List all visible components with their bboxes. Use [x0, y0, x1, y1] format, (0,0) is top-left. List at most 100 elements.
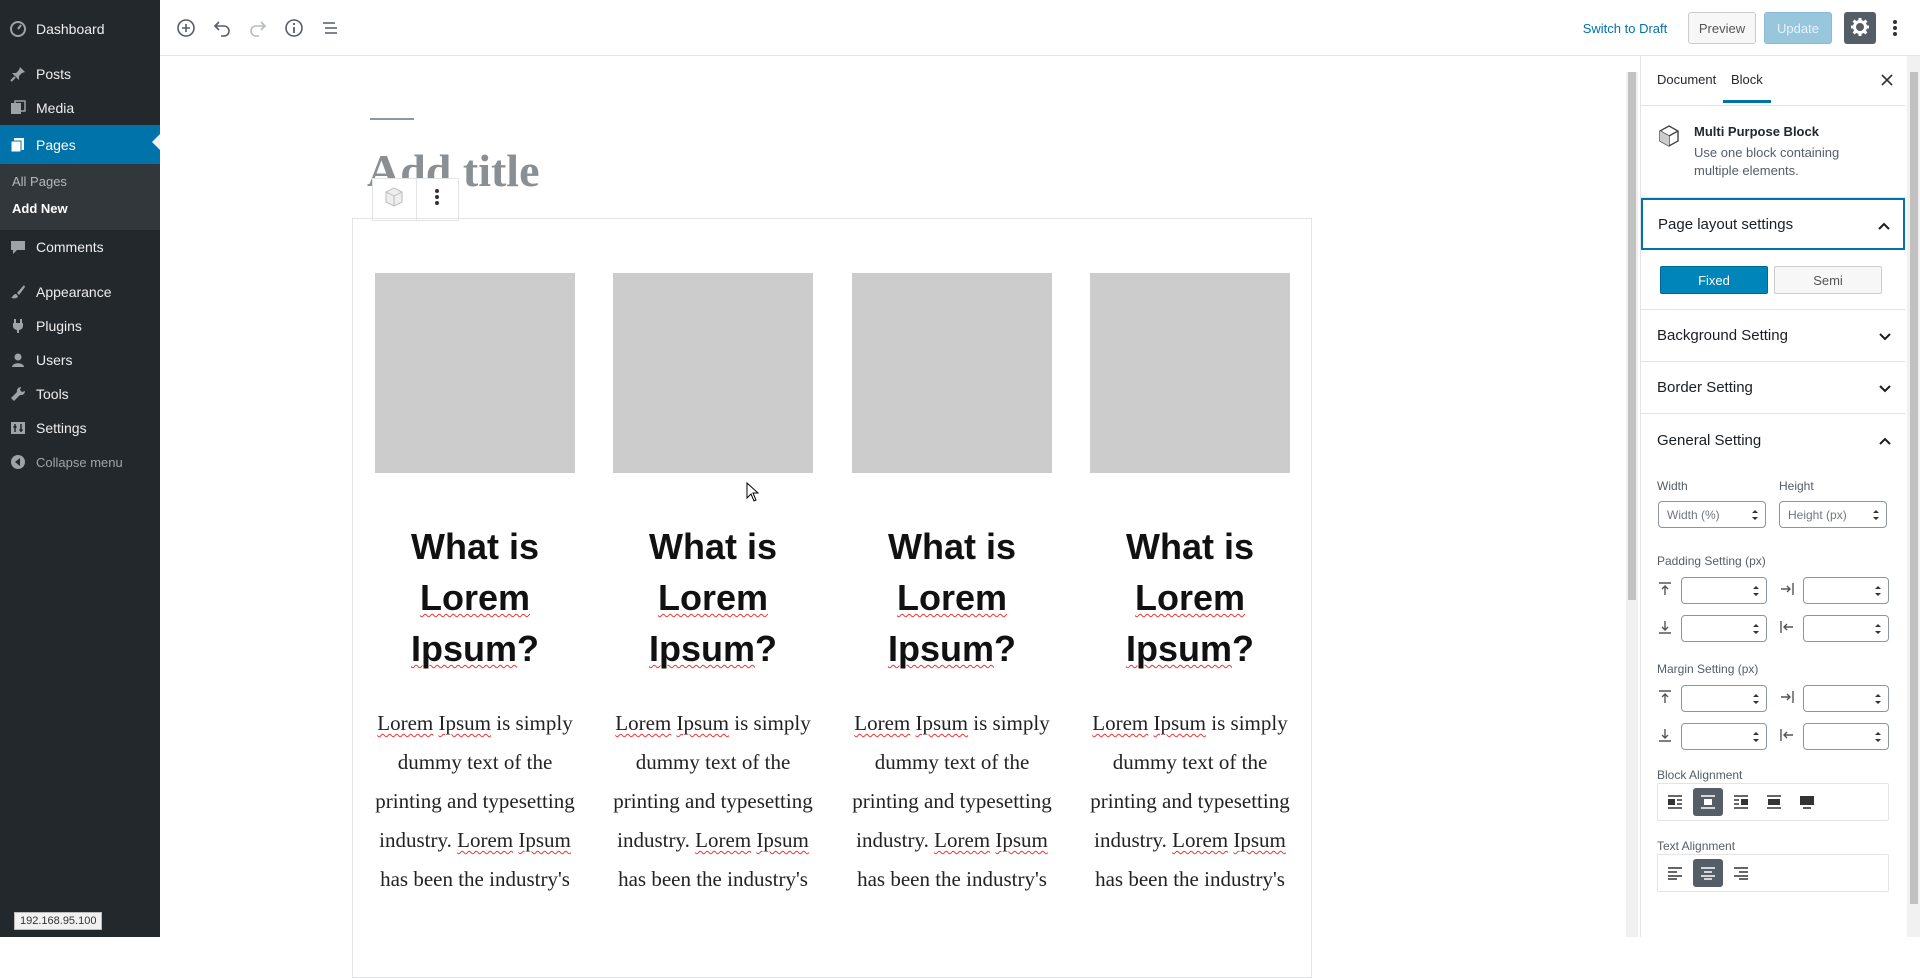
padding-left-input[interactable] [1803, 615, 1889, 642]
undo-icon[interactable] [208, 14, 236, 42]
spinner-icon[interactable] [1751, 508, 1759, 525]
spinner-icon[interactable] [1874, 584, 1882, 601]
settings-toggle-button[interactable] [1844, 12, 1876, 44]
spinner-icon[interactable] [1752, 692, 1760, 709]
block-alignment-toolbar [1657, 783, 1889, 821]
margin-bottom-input[interactable] [1681, 723, 1767, 750]
text-align-center-icon[interactable] [1693, 859, 1723, 887]
menu-settings[interactable]: Settings [0, 411, 160, 445]
column-text[interactable]: Lorem Ipsum is simply dummy text of the … [1080, 704, 1300, 899]
page-layout-settings-toggle[interactable]: Page layout settings [1641, 198, 1905, 250]
text-align-left-icon[interactable] [1660, 859, 1690, 887]
media-icon [0, 100, 36, 116]
block-type-button[interactable] [373, 179, 416, 220]
section-title: Border Setting [1657, 379, 1753, 396]
close-icon[interactable] [1877, 70, 1897, 90]
collapse-label: Collapse menu [36, 454, 123, 470]
align-left-icon[interactable] [1660, 788, 1690, 816]
status-url-tooltip: 192.168.95.100 [14, 912, 103, 930]
align-center-icon[interactable] [1693, 788, 1723, 816]
spinner-icon[interactable] [1752, 584, 1760, 601]
switch-to-draft-button[interactable]: Switch to Draft [1575, 12, 1675, 44]
column-text[interactable]: Lorem Ipsum is simply dummy text of the … [365, 704, 585, 899]
menu-plugins[interactable]: Plugins [0, 309, 160, 343]
menu-comments[interactable]: Comments [0, 230, 160, 264]
add-block-icon[interactable] [172, 14, 200, 42]
menu-label: Plugins [36, 318, 82, 334]
column-heading[interactable]: What is Lorem Ipsum? [603, 521, 823, 674]
redo-icon[interactable] [244, 14, 272, 42]
tab-document[interactable]: Document [1657, 72, 1716, 87]
more-vertical-icon [434, 187, 440, 212]
column-text[interactable]: Lorem Ipsum is simply dummy text of the … [603, 704, 823, 899]
spinner-icon[interactable] [1752, 622, 1760, 639]
background-setting-toggle[interactable]: Background Setting [1641, 310, 1905, 362]
canvas-scrollbar[interactable] [1626, 72, 1638, 937]
scrollbar-thumb[interactable] [1910, 72, 1918, 904]
preview-button[interactable]: Preview [1688, 12, 1756, 44]
margin-left-input[interactable] [1803, 723, 1889, 750]
text-align-right-icon[interactable] [1726, 859, 1756, 887]
sidebar-tabs: Document Block [1641, 56, 1905, 106]
spinner-icon[interactable] [1872, 508, 1880, 525]
menu-appearance[interactable]: Appearance [0, 275, 160, 309]
margin-top-input[interactable] [1681, 685, 1767, 712]
collapse-menu-button[interactable]: Collapse menu [0, 445, 160, 479]
menu-dashboard[interactable]: Dashboard [0, 12, 160, 46]
image-placeholder[interactable] [1090, 273, 1290, 473]
column-heading[interactable]: What is Lorem Ipsum? [1080, 521, 1300, 674]
sidebar-scrollbar[interactable] [1907, 56, 1920, 937]
width-input[interactable]: Width (%) [1658, 501, 1766, 528]
multi-purpose-block[interactable]: What is Lorem Ipsum? Lorem Ipsum is simpl… [352, 218, 1312, 978]
spinner-icon[interactable] [1874, 692, 1882, 709]
height-placeholder: Height (px) [1788, 507, 1847, 522]
spinner-icon[interactable] [1874, 730, 1882, 747]
menu-media[interactable]: Media [0, 91, 160, 125]
border-setting-toggle[interactable]: Border Setting [1641, 362, 1905, 414]
menu-label: Appearance [36, 284, 112, 300]
padding-right-input[interactable] [1803, 577, 1889, 604]
width-label: Width [1657, 479, 1688, 493]
layout-fixed-button[interactable]: Fixed [1660, 266, 1768, 294]
menu-tools[interactable]: Tools [0, 377, 160, 411]
menu-posts[interactable]: Posts [0, 57, 160, 91]
image-placeholder[interactable] [852, 273, 1052, 473]
layout-semi-button[interactable]: Semi [1774, 266, 1882, 294]
text-alignment-toolbar [1657, 854, 1889, 892]
chevron-up-icon [1879, 432, 1891, 449]
align-full-icon[interactable] [1792, 788, 1822, 816]
more-vertical-icon[interactable] [1885, 12, 1905, 44]
height-input[interactable]: Height (px) [1779, 501, 1887, 528]
menu-users[interactable]: Users [0, 343, 160, 377]
tab-block[interactable]: Block [1723, 72, 1771, 103]
margin-right-input[interactable] [1803, 685, 1889, 712]
block-alignment-label: Block Alignment [1657, 768, 1743, 782]
menu-label: Comments [36, 239, 104, 255]
spinner-icon[interactable] [1874, 622, 1882, 639]
align-wide-icon[interactable] [1759, 788, 1789, 816]
user-icon [0, 352, 36, 368]
update-button[interactable]: Update [1764, 12, 1832, 44]
block-options-button[interactable] [415, 179, 459, 220]
outline-icon[interactable] [316, 14, 344, 42]
submenu-all-pages[interactable]: All Pages [12, 174, 67, 189]
column-heading[interactable]: What is Lorem Ipsum? [365, 521, 585, 674]
padding-bottom-input[interactable] [1681, 615, 1767, 642]
scrollbar-thumb[interactable] [1628, 72, 1636, 600]
arrow-top-icon [1656, 580, 1674, 598]
align-right-icon[interactable] [1726, 788, 1756, 816]
menu-label: Users [36, 352, 73, 368]
image-placeholder[interactable] [613, 273, 813, 473]
submenu-add-new[interactable]: Add New [12, 201, 68, 216]
padding-top-input[interactable] [1681, 577, 1767, 604]
padding-label: Padding Setting (px) [1657, 554, 1766, 568]
general-setting-toggle[interactable]: General Setting [1641, 414, 1905, 466]
column-heading[interactable]: What is Lorem Ipsum? [842, 521, 1062, 674]
column-text[interactable]: Lorem Ipsum is simply dummy text of the … [842, 704, 1062, 899]
block-card-title: Multi Purpose Block [1694, 124, 1819, 139]
collapse-icon [0, 454, 36, 470]
menu-pages[interactable]: Pages [0, 125, 160, 164]
info-icon[interactable] [280, 14, 308, 42]
image-placeholder[interactable] [375, 273, 575, 473]
spinner-icon[interactable] [1752, 730, 1760, 747]
